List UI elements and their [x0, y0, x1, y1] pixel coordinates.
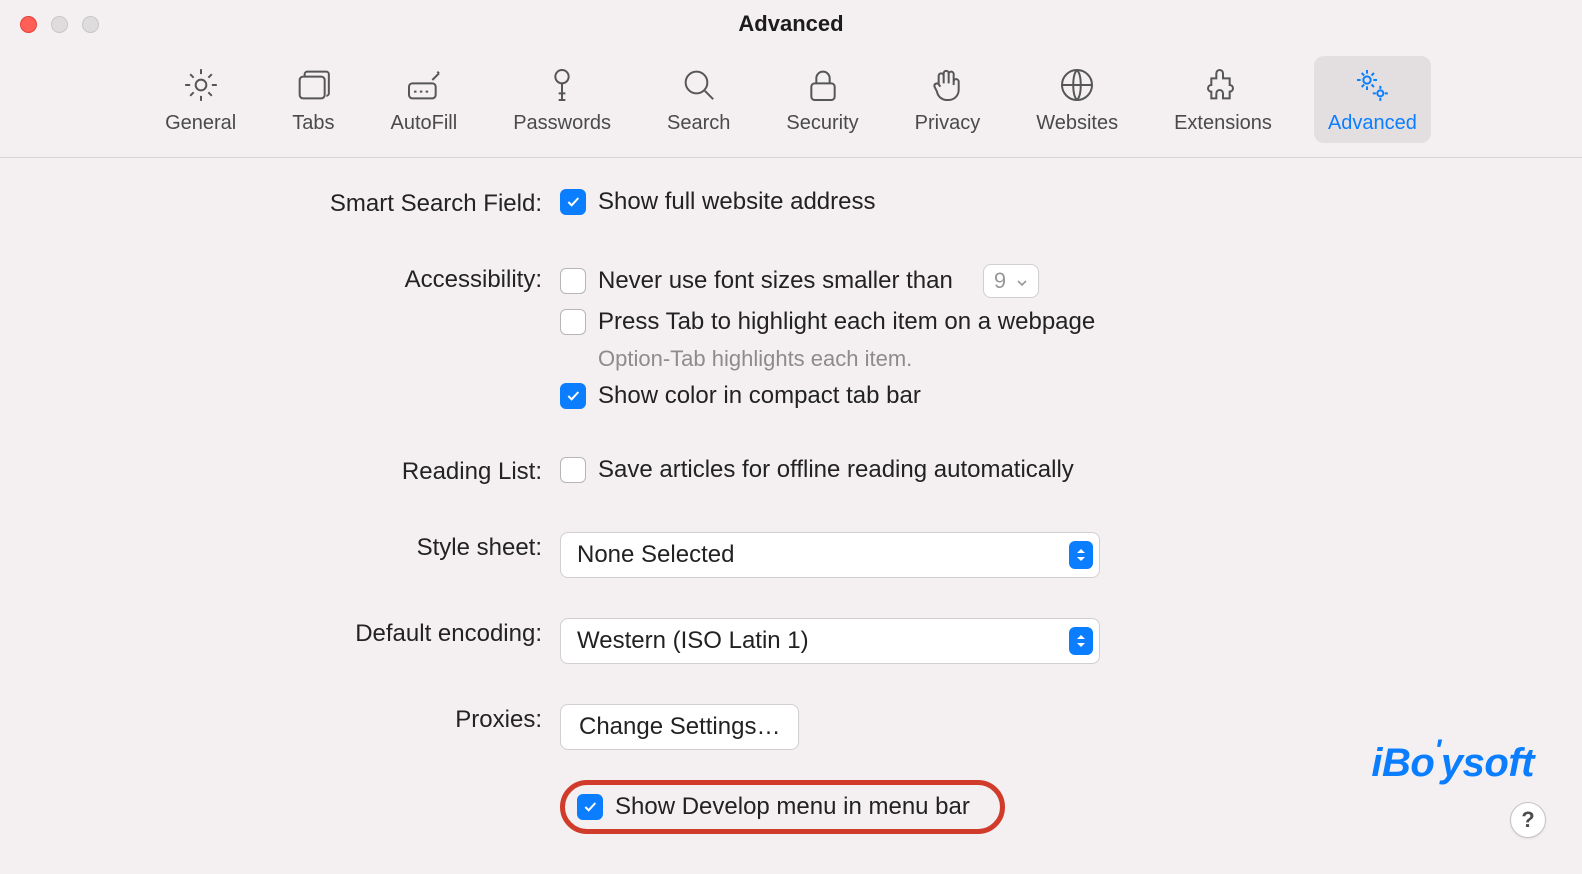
- tab-general[interactable]: General: [151, 56, 250, 143]
- default-encoding-value: Western (ISO Latin 1): [577, 627, 809, 655]
- tab-label: AutoFill: [390, 112, 457, 135]
- show-color-compact-checkbox[interactable]: [560, 383, 586, 409]
- default-encoding-label: Default encoding:: [0, 618, 560, 648]
- smart-search-label: Smart Search Field:: [0, 188, 560, 218]
- change-settings-button[interactable]: Change Settings…: [560, 704, 799, 750]
- default-encoding-select[interactable]: Western (ISO Latin 1): [560, 618, 1100, 664]
- font-size-select[interactable]: 9: [983, 264, 1039, 298]
- titlebar: Advanced: [0, 0, 1582, 48]
- never-font-smaller-label: Never use font sizes smaller than: [598, 267, 953, 295]
- style-sheet-select[interactable]: None Selected: [560, 532, 1100, 578]
- tab-passwords[interactable]: Passwords: [499, 56, 625, 143]
- tab-label: Security: [786, 112, 858, 135]
- window-title: Advanced: [738, 11, 843, 37]
- show-full-address-label: Show full website address: [598, 188, 875, 216]
- show-full-address-checkbox[interactable]: [560, 189, 586, 215]
- tab-websites[interactable]: Websites: [1022, 56, 1132, 143]
- tab-label: Search: [667, 112, 730, 135]
- never-font-smaller-checkbox[interactable]: [560, 268, 586, 294]
- style-sheet-label: Style sheet:: [0, 532, 560, 562]
- content-area: Smart Search Field: Show full website ad…: [0, 158, 1582, 834]
- watermark-logo: iBo'ysoft: [1371, 741, 1534, 786]
- press-tab-label: Press Tab to highlight each item on a we…: [598, 308, 1095, 336]
- save-articles-checkbox[interactable]: [560, 457, 586, 483]
- accessibility-label: Accessibility:: [0, 264, 560, 294]
- tab-search[interactable]: Search: [653, 56, 744, 143]
- tab-label: Advanced: [1328, 112, 1417, 135]
- tab-autofill[interactable]: AutoFill: [376, 56, 471, 143]
- tab-tabs[interactable]: Tabs: [278, 56, 348, 143]
- option-tab-hint: Option-Tab highlights each item.: [560, 346, 1095, 372]
- tab-security[interactable]: Security: [772, 56, 872, 143]
- lock-icon: [802, 64, 844, 106]
- save-articles-label: Save articles for offline reading automa…: [598, 456, 1074, 484]
- tab-label: Privacy: [915, 112, 981, 135]
- select-stepper-icon: [1069, 627, 1093, 655]
- select-stepper-icon: [1069, 541, 1093, 569]
- tab-label: Passwords: [513, 112, 611, 135]
- traffic-lights: [0, 16, 99, 33]
- gears-icon: [1351, 64, 1393, 106]
- show-color-compact-label: Show color in compact tab bar: [598, 382, 921, 410]
- search-icon: [678, 64, 720, 106]
- show-develop-menu-label: Show Develop menu in menu bar: [615, 793, 970, 821]
- help-button[interactable]: ?: [1510, 802, 1546, 838]
- tab-label: Websites: [1036, 112, 1118, 135]
- hand-icon: [926, 64, 968, 106]
- tab-label: Extensions: [1174, 112, 1272, 135]
- tab-extensions[interactable]: Extensions: [1160, 56, 1286, 143]
- tab-privacy[interactable]: Privacy: [901, 56, 995, 143]
- globe-icon: [1056, 64, 1098, 106]
- chevron-down-icon: [1016, 268, 1028, 294]
- develop-menu-highlight: Show Develop menu in menu bar: [560, 780, 1005, 834]
- tab-label: General: [165, 112, 236, 135]
- minimize-window-button[interactable]: [51, 16, 68, 33]
- show-develop-menu-checkbox[interactable]: [577, 794, 603, 820]
- tabs-icon: [292, 64, 334, 106]
- autofill-icon: [403, 64, 445, 106]
- font-size-value: 9: [994, 268, 1006, 294]
- style-sheet-value: None Selected: [577, 541, 734, 569]
- preferences-toolbar: General Tabs AutoFill Passwords Search S…: [0, 48, 1582, 158]
- puzzle-icon: [1202, 64, 1244, 106]
- press-tab-checkbox[interactable]: [560, 309, 586, 335]
- reading-list-label: Reading List:: [0, 456, 560, 486]
- maximize-window-button[interactable]: [82, 16, 99, 33]
- tab-label: Tabs: [292, 112, 334, 135]
- proxies-label: Proxies:: [0, 704, 560, 734]
- key-icon: [541, 64, 583, 106]
- tab-advanced[interactable]: Advanced: [1314, 56, 1431, 143]
- gear-icon: [180, 64, 222, 106]
- close-window-button[interactable]: [20, 16, 37, 33]
